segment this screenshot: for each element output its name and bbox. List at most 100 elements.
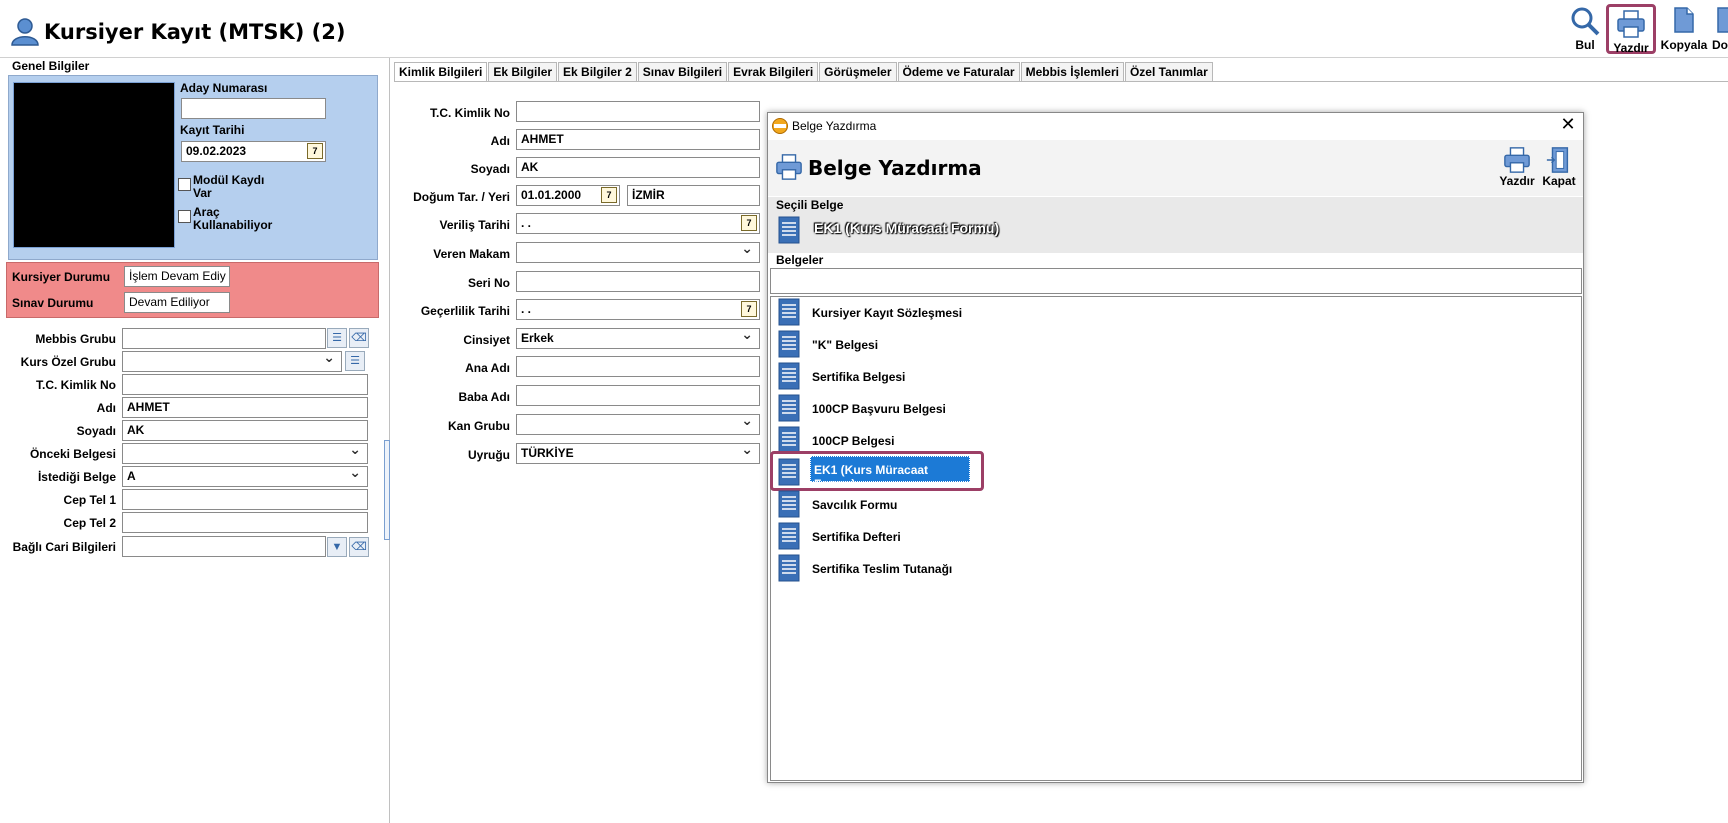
kimlik-verilis-input[interactable]: . . <box>516 213 760 234</box>
kopyala-button[interactable]: Kopyala <box>1656 4 1712 54</box>
tab-evrak-bilgileri[interactable]: Evrak Bilgileri <box>728 62 819 81</box>
document-icon <box>778 522 800 550</box>
kurs-ozel-grubu-label: Kurs Özel Grubu <box>20 355 116 369</box>
kimlik-cinsiyet-select[interactable]: Erkek <box>516 328 760 349</box>
kimlik-adi-input[interactable]: AHMET <box>516 129 760 150</box>
kimlik-uyrugu-label: Uyruğu <box>468 448 510 462</box>
list-icon[interactable]: ☰ <box>345 351 365 371</box>
list-item[interactable]: Sertifika Defteri <box>776 522 976 550</box>
tab-ek-bilgiler-2[interactable]: Ek Bilgiler 2 <box>558 62 637 81</box>
search-icon <box>1571 7 1600 36</box>
list-item-label: Sertifika Belgesi <box>812 370 906 384</box>
kopyala-label: Kopyala <box>1660 38 1708 52</box>
belgeler-label: Belgeler <box>776 253 824 267</box>
kimlik-soyadi-input[interactable]: AK <box>516 157 760 178</box>
kimlik-baba-adi-input[interactable] <box>516 385 760 406</box>
aday-numarasi-input[interactable] <box>181 98 326 119</box>
tab-odeme-ve-faturalar[interactable]: Ödeme ve Faturalar <box>897 62 1020 81</box>
list-item[interactable]: 100CP Başvuru Belgesi <box>776 394 976 422</box>
cep-tel-2-input[interactable] <box>122 512 368 533</box>
do-button[interactable]: Do <box>1712 4 1728 54</box>
kimlik-dogum-yeri-input[interactable]: İZMİR <box>627 185 760 206</box>
calendar-icon[interactable]: 7 <box>307 143 323 159</box>
modul-kaydi-checkbox[interactable] <box>178 178 191 191</box>
list-item[interactable]: Sertifika Teslim Tutanağı <box>776 554 976 582</box>
tab-kimlik-bilgileri[interactable]: Kimlik Bilgileri <box>394 62 488 81</box>
cep-tel-2-label: Cep Tel 2 <box>63 516 116 530</box>
modul-kaydi-label: Modül Kaydı Var <box>193 173 265 200</box>
document-icon <box>778 362 800 390</box>
tab-ozel-tanimlar[interactable]: Özel Tanımlar <box>1124 62 1213 81</box>
kimlik-uyrugu-select[interactable]: TÜRKİYE <box>516 443 760 464</box>
eraser-icon[interactable]: ⌫ <box>349 537 369 557</box>
close-icon[interactable]: ✕ <box>1558 115 1578 135</box>
tab-sinav-bilgileri[interactable]: Sınav Bilgileri <box>637 62 728 81</box>
kimlik-gecerlilik-label: Geçerlilik Tarihi <box>420 304 510 318</box>
mebbis-grubu-input[interactable] <box>122 328 326 349</box>
list-item-label: 100CP Belgesi <box>812 434 895 448</box>
kimlik-kan-grubu-select[interactable] <box>516 414 760 435</box>
kimlik-gecerlilik-input[interactable]: . . <box>516 299 760 320</box>
kimlik-ana-adi-input[interactable] <box>516 356 760 377</box>
dialog-heading: Belge Yazdırma <box>808 156 982 180</box>
list-icon[interactable]: ☰ <box>327 328 347 348</box>
kimlik-dogum-label: Doğum Tar. / Yeri <box>413 190 510 204</box>
onceki-belgesi-label: Önceki Belgesi <box>29 447 116 461</box>
kimlik-tc-input[interactable] <box>516 101 760 122</box>
kimlik-veren-makam-select[interactable] <box>516 242 760 263</box>
yazdir-label: Yazdır <box>1613 41 1649 55</box>
bul-button[interactable]: Bul <box>1560 4 1610 54</box>
calendar-icon[interactable]: 7 <box>601 187 617 203</box>
list-item[interactable]: "K" Belgesi <box>776 330 976 358</box>
calendar-icon[interactable]: 7 <box>741 301 757 317</box>
document-icon <box>778 394 800 422</box>
kimlik-seri-no-input[interactable] <box>516 271 760 292</box>
bagli-cari-input[interactable] <box>122 536 326 557</box>
filter-icon[interactable]: ▼ <box>327 537 347 557</box>
list-item-label: 100CP Başvuru Belgesi <box>812 402 946 416</box>
eraser-icon[interactable]: ⌫ <box>349 328 369 348</box>
sinav-durumu-label: Sınav Durumu <box>12 296 94 310</box>
adi-input[interactable]: AHMET <box>122 397 368 418</box>
arac-checkbox[interactable] <box>178 210 191 223</box>
tab-strip: Kimlik Bilgileri Ek Bilgiler Ek Bilgiler… <box>394 62 1214 81</box>
document-icon <box>778 216 800 244</box>
kurs-ozel-grubu-select[interactable] <box>122 351 342 372</box>
dialog-yazdir-button[interactable]: Yazdır <box>1496 142 1538 194</box>
document-icon <box>778 426 800 454</box>
kimlik-baba-adi-label: Baba Adı <box>458 390 510 404</box>
sinav-durumu-value: Devam Ediliyor <box>124 292 230 313</box>
list-item[interactable]: 100CP Belgesi <box>776 426 976 454</box>
tab-ek-bilgiler[interactable]: Ek Bilgiler <box>488 62 558 81</box>
istedigi-belge-select[interactable]: A <box>122 466 368 487</box>
list-item[interactable]: Kursiyer Kayıt Sözleşmesi <box>776 298 976 326</box>
photo-box[interactable] <box>13 82 175 248</box>
kimlik-cinsiyet-label: Cinsiyet <box>463 333 510 347</box>
kimlik-tc-label: T.C. Kimlik No <box>429 106 510 120</box>
tab-mebbis-islemleri[interactable]: Mebbis İşlemleri <box>1020 62 1124 81</box>
istedigi-belge-label: İstediği Belge <box>37 470 116 484</box>
calendar-icon[interactable]: 7 <box>741 215 757 231</box>
dialog-kapat-button[interactable]: Kapat <box>1538 142 1580 194</box>
tc-kimlik-input[interactable] <box>122 374 368 395</box>
bul-label: Bul <box>1575 38 1595 52</box>
app-logo-icon <box>772 118 788 134</box>
window-title: Kursiyer Kayıt (MTSK) (2) <box>44 20 346 44</box>
tab-gorusmeler[interactable]: Görüşmeler <box>819 62 897 81</box>
kimlik-soyadi-label: Soyadı <box>470 162 510 176</box>
dialog-window-title: Belge Yazdırma <box>792 119 877 133</box>
soyadi-label: Soyadı <box>76 424 116 438</box>
genel-bilgiler-title: Genel Bilgiler <box>12 59 90 73</box>
soyadi-input[interactable]: AK <box>122 420 368 441</box>
printer-icon <box>1617 10 1645 38</box>
splitter-handle[interactable] <box>384 440 390 540</box>
list-item[interactable]: Savcılık Formu <box>776 490 976 518</box>
yazdir-button[interactable]: Yazdır <box>1606 4 1656 55</box>
list-item[interactable]: Sertifika Belgesi <box>776 362 976 390</box>
cep-tel-1-input[interactable] <box>122 489 368 510</box>
kayit-tarihi-label: Kayıt Tarihi <box>180 123 245 137</box>
onceki-belgesi-select[interactable] <box>122 443 368 464</box>
belge-search-input[interactable] <box>770 268 1582 294</box>
kayit-tarihi-input[interactable]: 09.02.2023 <box>181 141 326 162</box>
dialog-yazdir-label: Yazdır <box>1499 174 1535 188</box>
